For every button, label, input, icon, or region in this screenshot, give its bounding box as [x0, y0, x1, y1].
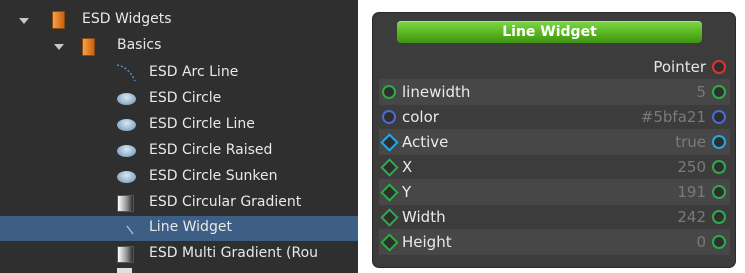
height-output-port-icon[interactable]	[712, 235, 726, 249]
tree-item-esd-circle[interactable]: ESD Circle	[0, 87, 358, 112]
tree-item-esd-circular-gradient[interactable]: ESD Circular Gradient	[0, 191, 358, 216]
x-input-port-icon[interactable]	[380, 158, 399, 177]
property-value[interactable]: 250	[677, 158, 706, 176]
property-row-linewidth: linewidth 5	[379, 79, 730, 105]
circle-icon	[117, 145, 136, 157]
linewidth-output-port-icon[interactable]	[712, 85, 726, 99]
y-output-port-icon[interactable]	[712, 185, 726, 199]
tree-item-esd-widgets[interactable]: ESD Widgets	[0, 8, 358, 33]
tree-item-esd-circle-line[interactable]: ESD Circle Line	[0, 113, 358, 138]
property-row-active: Active true	[379, 129, 730, 155]
tree-item-label: ESD Multi Gradient (Rou	[149, 245, 319, 261]
collapse-arrow-icon[interactable]	[54, 44, 64, 50]
next-item-icon-partial	[117, 268, 132, 273]
tree-item-label: ESD Circle	[149, 90, 222, 106]
property-row-height: Height 0	[379, 229, 730, 255]
property-name: color	[402, 108, 439, 126]
line-icon	[126, 225, 134, 235]
circle-icon	[117, 171, 136, 183]
tree-item-line-widget[interactable]: Line Widget	[0, 216, 358, 241]
tree-item-label: ESD Circle Sunken	[149, 168, 278, 184]
width-input-port-icon[interactable]	[380, 208, 399, 227]
folder-icon	[52, 11, 65, 29]
arc-line-icon	[116, 64, 136, 82]
tree-item-label: Basics	[117, 37, 162, 53]
circle-icon	[117, 93, 136, 105]
property-row-x: X 250	[379, 154, 730, 180]
collapse-arrow-icon[interactable]	[19, 18, 29, 24]
tree-item-esd-circle-sunken[interactable]: ESD Circle Sunken	[0, 165, 358, 190]
node-title-bar[interactable]: Line Widget	[397, 21, 702, 43]
property-row-width: Width 242	[379, 204, 730, 230]
color-output-port-icon[interactable]	[712, 110, 726, 124]
height-input-port-icon[interactable]	[380, 233, 399, 252]
tree-item-label: ESD Circular Gradient	[149, 194, 302, 210]
property-value[interactable]: 191	[677, 183, 706, 201]
pointer-output-port-icon[interactable]	[712, 60, 726, 74]
output-label: Pointer	[653, 58, 706, 76]
property-value[interactable]: 5	[696, 83, 706, 101]
node-output-row: Pointer	[379, 54, 730, 80]
linewidth-input-port-icon[interactable]	[382, 85, 396, 99]
property-name: Width	[402, 208, 446, 226]
property-row-y: Y 191	[379, 179, 730, 205]
tree-item-label: ESD Widgets	[82, 11, 172, 27]
property-value[interactable]: #5bfa21	[641, 108, 706, 126]
tree-item-esd-circle-raised[interactable]: ESD Circle Raised	[0, 139, 358, 164]
property-value[interactable]: 242	[677, 208, 706, 226]
folder-icon	[82, 38, 95, 56]
node-title: Line Widget	[502, 24, 597, 40]
property-name: X	[402, 158, 413, 176]
property-name: Active	[402, 133, 449, 151]
property-name: Y	[402, 183, 412, 201]
active-output-port-icon[interactable]	[712, 135, 726, 149]
property-name: Height	[402, 233, 452, 251]
property-row-color: color #5bfa21	[379, 104, 730, 130]
y-input-port-icon[interactable]	[380, 183, 399, 202]
tree-item-label: ESD Circle Raised	[149, 142, 273, 158]
property-value[interactable]: true	[675, 133, 706, 151]
color-input-port-icon[interactable]	[382, 110, 396, 124]
tree-item-label: ESD Arc Line	[149, 64, 239, 80]
gradient-icon	[117, 246, 134, 263]
tree-item-esd-arc-line[interactable]: ESD Arc Line	[0, 61, 358, 86]
tree-item-basics[interactable]: Basics	[0, 34, 358, 59]
circle-icon	[117, 119, 136, 131]
width-output-port-icon[interactable]	[712, 210, 726, 224]
property-name: linewidth	[402, 83, 471, 101]
tree-item-label: ESD Circle Line	[149, 116, 255, 132]
widget-tree-panel: ESD Widgets Basics ESD Arc Line ESD Circ…	[0, 0, 358, 273]
active-input-port-icon[interactable]	[380, 133, 399, 152]
gradient-icon	[117, 195, 134, 212]
property-value[interactable]: 0	[696, 233, 706, 251]
x-output-port-icon[interactable]	[712, 160, 726, 174]
tree-item-esd-multi-gradient[interactable]: ESD Multi Gradient (Rou	[0, 242, 358, 267]
tree-item-label: Line Widget	[149, 219, 232, 235]
